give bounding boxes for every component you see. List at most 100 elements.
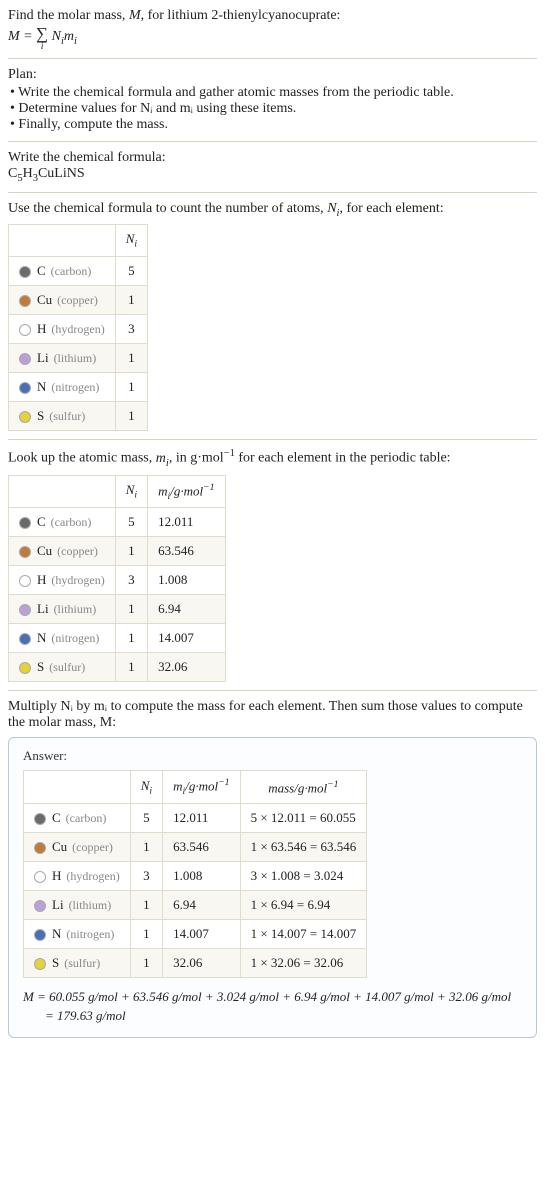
count-ni-N: N — [327, 201, 336, 216]
element-cell: Cu (copper) — [9, 537, 116, 566]
element-cell: Li (lithium) — [24, 891, 131, 920]
element-name: (hydrogen) — [48, 573, 104, 587]
element-name: (hydrogen) — [63, 869, 119, 883]
element-name: (carbon) — [48, 515, 92, 529]
element-swatch — [34, 842, 46, 854]
element-swatch — [34, 900, 46, 912]
element-symbol: N — [37, 379, 46, 394]
answer-box: Answer: Ni mi/g·mol−1 mass/g·mol−1 C (ca… — [8, 737, 537, 1037]
ni-cell: 5 — [115, 508, 147, 537]
table-row: C (carbon)512.0115 × 12.011 = 60.055 — [24, 804, 367, 833]
element-symbol: S — [37, 659, 44, 674]
lookup-heading-b: , in g·mol — [169, 451, 224, 466]
formula-eq: = — [20, 29, 36, 44]
element-swatch — [34, 958, 46, 970]
intro-text-a: Find the molar mass, — [8, 8, 129, 23]
ni-header: Ni — [130, 771, 162, 804]
element-name: (sulfur) — [61, 956, 100, 970]
mi-cell: 14.007 — [148, 624, 225, 653]
ni-cell: 1 — [130, 920, 162, 949]
plan-list: • Write the chemical formula and gather … — [8, 85, 537, 133]
empty-header — [24, 771, 131, 804]
lookup-exp: −1 — [224, 448, 235, 459]
ni-cell: 1 — [130, 949, 162, 978]
ni-header: Ni — [115, 225, 147, 257]
mi-header: mi/g·mol−1 — [163, 771, 240, 804]
element-name: (carbon) — [63, 811, 107, 825]
mass-cell: 1 × 14.007 = 14.007 — [240, 920, 367, 949]
table-row: Cu (copper)1 — [9, 286, 148, 315]
element-cell: Cu (copper) — [9, 286, 116, 315]
ni-cell: 5 — [115, 257, 147, 286]
mi-header-m: m — [173, 779, 182, 794]
ni-cell: 1 — [115, 286, 147, 315]
element-cell: H (hydrogen) — [9, 566, 116, 595]
element-swatch — [19, 662, 31, 674]
element-swatch — [19, 517, 31, 529]
plan-block: Plan: • Write the chemical formula and g… — [8, 67, 537, 133]
lookup-mi-m: m — [156, 451, 166, 466]
ni-cell: 1 — [115, 624, 147, 653]
formula-M: M — [8, 29, 20, 44]
table-row: H (hydrogen)31.008 — [9, 566, 226, 595]
element-swatch — [19, 353, 31, 365]
element-cell: Cu (copper) — [24, 833, 131, 862]
element-swatch — [19, 324, 31, 336]
formula-mi: mi — [64, 29, 77, 44]
table-row: H (hydrogen)31.0083 × 1.008 = 3.024 — [24, 862, 367, 891]
mi-cell: 1.008 — [163, 862, 240, 891]
element-swatch — [19, 411, 31, 423]
mi-cell: 1.008 — [148, 566, 225, 595]
mi-header-m: m — [158, 483, 167, 498]
lookup-block: Look up the atomic mass, mi, in g·mol−1 … — [8, 448, 537, 682]
ni-cell: 3 — [130, 862, 162, 891]
count-atoms-heading: Use the chemical formula to count the nu… — [8, 201, 537, 219]
mi-cell: 63.546 — [163, 833, 240, 862]
ni-cell: 1 — [130, 833, 162, 862]
element-cell: N (nitrogen) — [9, 373, 116, 402]
element-symbol: N — [52, 926, 61, 941]
element-cell: S (sulfur) — [24, 949, 131, 978]
count-heading-b: , for each element: — [339, 201, 443, 216]
element-cell: Li (lithium) — [9, 344, 116, 373]
multiply-block: Multiply Nᵢ by mᵢ to compute the mass fo… — [8, 699, 537, 1037]
empty-header — [9, 475, 116, 508]
element-name: (hydrogen) — [48, 322, 104, 336]
count-atoms-block: Use the chemical formula to count the nu… — [8, 201, 537, 431]
ni-cell: 1 — [115, 653, 147, 682]
molar-mass-formula: M = ∑i Nimi — [8, 29, 77, 44]
intro-text-b: , for lithium 2-thienylcyanocuprate: — [141, 8, 341, 23]
ni-cell: 1 — [115, 402, 147, 431]
ni-cell: 1 — [115, 344, 147, 373]
formula-m: m — [64, 29, 74, 44]
divider — [8, 439, 537, 440]
ni-cell: 1 — [115, 373, 147, 402]
element-name: (copper) — [54, 293, 98, 307]
element-swatch — [19, 575, 31, 587]
element-cell: C (carbon) — [24, 804, 131, 833]
table-row: S (sulfur)132.061 × 32.06 = 32.06 — [24, 949, 367, 978]
element-cell: N (nitrogen) — [24, 920, 131, 949]
mi-header-unit: /g·mol — [170, 483, 203, 498]
mass-header-exp: −1 — [327, 779, 338, 790]
mi-header-exp: −1 — [218, 777, 229, 788]
lookup-heading: Look up the atomic mass, mi, in g·mol−1 … — [8, 448, 537, 468]
element-swatch — [19, 604, 31, 616]
formula-m-sub: i — [74, 36, 77, 47]
formula-N: N — [52, 29, 61, 44]
chem-formula-block: Write the chemical formula: C5H3CuLiNS — [8, 150, 537, 184]
table-row: C (carbon)512.011 — [9, 508, 226, 537]
divider — [8, 58, 537, 59]
element-name: (sulfur) — [46, 660, 85, 674]
element-symbol: H — [37, 321, 46, 336]
element-name: (carbon) — [48, 264, 92, 278]
element-symbol: Cu — [37, 292, 52, 307]
element-symbol: S — [52, 955, 59, 970]
element-symbol: N — [37, 630, 46, 645]
element-name: (copper) — [69, 840, 113, 854]
table-row: N (nitrogen)114.007 — [9, 624, 226, 653]
table-row: C (carbon)5 — [9, 257, 148, 286]
mi-header-exp: −1 — [203, 482, 214, 493]
element-cell: S (sulfur) — [9, 402, 116, 431]
element-name: (sulfur) — [46, 409, 85, 423]
